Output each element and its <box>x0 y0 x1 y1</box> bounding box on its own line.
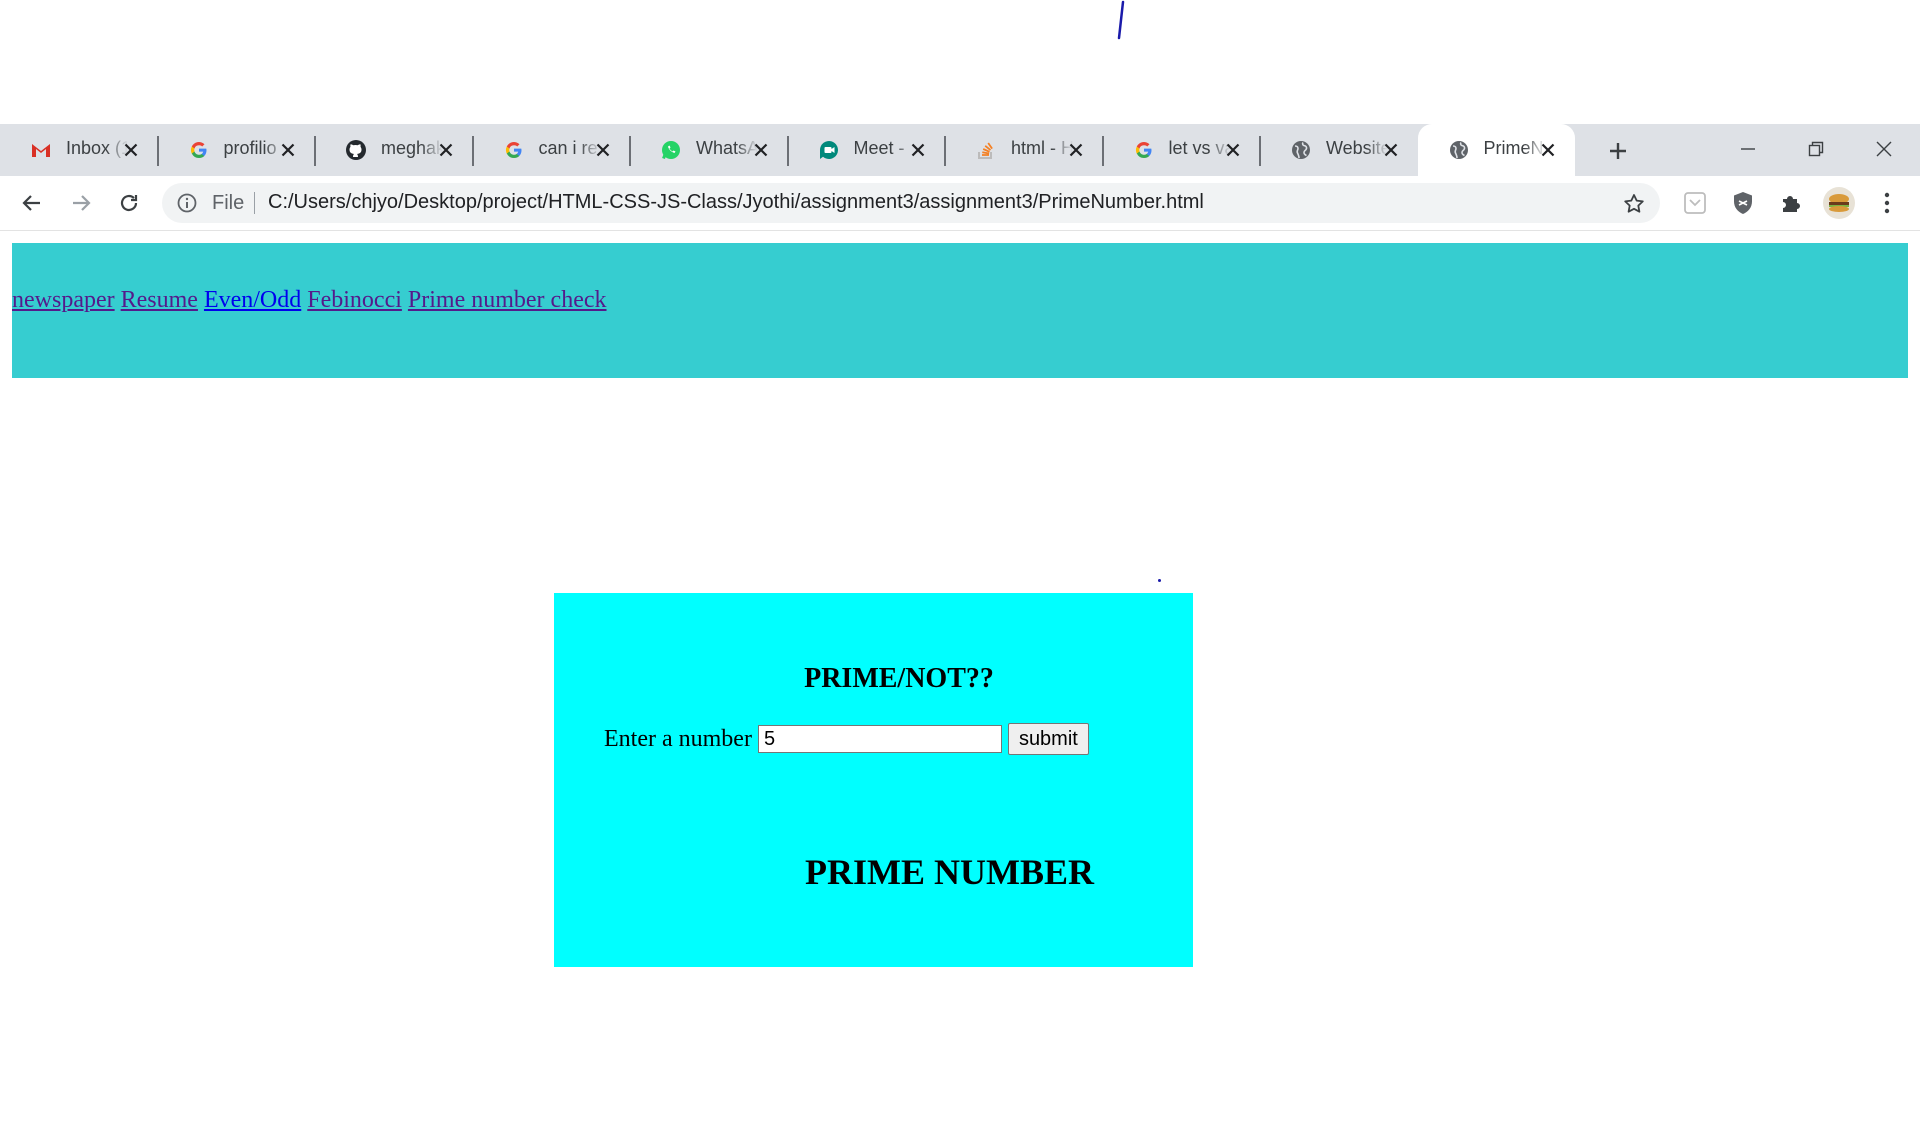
arrow-right-icon <box>73 195 91 211</box>
close-tab-icon[interactable] <box>1065 139 1087 161</box>
number-label: Enter a number <box>604 725 752 752</box>
gmail-icon <box>30 139 52 161</box>
restore-icon <box>1808 141 1824 157</box>
github-icon <box>345 139 367 161</box>
tab-strip: Inbox (1 profilio meghak can i re WhatsA Meet… <box>0 124 1920 176</box>
card-title: PRIME/NOT?? <box>804 663 994 694</box>
reload-button[interactable] <box>114 188 144 218</box>
meet-icon <box>818 139 840 161</box>
close-tab-icon[interactable] <box>750 139 772 161</box>
puzzle-icon <box>1783 196 1800 212</box>
pocket-icon <box>1684 192 1706 214</box>
nav-link-febinocci[interactable]: Febinocci <box>307 287 402 313</box>
browser-tab[interactable]: Meet - <box>788 124 946 176</box>
reload-icon <box>120 194 138 212</box>
extension-shield-button[interactable] <box>1728 188 1758 218</box>
burger-avatar-icon <box>1829 194 1849 212</box>
browser-tab[interactable]: can i re <box>473 124 631 176</box>
number-input[interactable] <box>757 725 1002 753</box>
browser-tab[interactable]: html - H <box>945 124 1103 176</box>
plus-icon <box>1610 143 1626 159</box>
browser-tab[interactable]: let vs va <box>1103 124 1261 176</box>
extension-pocket-button[interactable] <box>1680 188 1710 218</box>
close-tab-icon[interactable] <box>907 139 929 161</box>
submit-button[interactable]: submit <box>1007 723 1089 755</box>
tab-active[interactable]: PrimeN <box>1417 124 1575 176</box>
whatsapp-icon <box>660 139 682 161</box>
scheme-label: File <box>212 192 245 214</box>
screen: Inbox (1 profilio meghak can i re WhatsA Meet… <box>0 0 1920 1145</box>
google-icon <box>1133 139 1155 161</box>
minimize-button[interactable] <box>1733 134 1763 164</box>
info-icon[interactable] <box>176 192 198 214</box>
site-navbar: newspaper Resume Even/Odd Febinocci Prime nu… <box>12 243 1908 378</box>
avatar[interactable] <box>1823 187 1855 219</box>
google-icon <box>503 139 525 161</box>
close-tab-icon[interactable] <box>120 139 142 161</box>
more-vertical-icon <box>1884 192 1890 214</box>
close-icon <box>1876 141 1892 157</box>
browser-tab[interactable]: Website <box>1260 124 1418 176</box>
arrow-left-icon <box>22 195 40 211</box>
pen-annotation-dot <box>1158 579 1161 582</box>
globe-icon <box>1448 139 1470 161</box>
forward-button[interactable] <box>66 188 96 218</box>
globe-icon <box>1290 139 1312 161</box>
back-button[interactable] <box>17 188 47 218</box>
nav-link-resume[interactable]: Resume <box>121 287 198 313</box>
browser-tab[interactable]: profilio <box>158 124 316 176</box>
browser-tab[interactable]: Inbox (1 <box>0 124 158 176</box>
pen-annotation-stroke <box>1117 0 1125 40</box>
minimize-icon <box>1741 148 1755 150</box>
nav-links: newspaper Resume Even/Odd Febinocci Prime nu… <box>12 287 613 314</box>
google-icon <box>188 139 210 161</box>
stackoverflow-icon <box>975 139 997 161</box>
browser-tab[interactable]: meghak <box>315 124 473 176</box>
restore-button[interactable] <box>1801 134 1831 164</box>
close-window-button[interactable] <box>1869 134 1899 164</box>
url-text[interactable]: C:/Users/chjyo/Desktop/project/HTML-CSS-… <box>268 191 1204 214</box>
bookmark-star-icon[interactable] <box>1622 192 1646 216</box>
close-tab-icon[interactable] <box>435 139 457 161</box>
omnibox-divider <box>254 192 255 214</box>
address-bar[interactable]: File C:/Users/chjyo/Desktop/project/HTML… <box>162 183 1660 223</box>
nav-link-even-odd[interactable]: Even/Odd <box>204 287 301 313</box>
number-form: Enter a number submit <box>604 723 1089 755</box>
close-tab-icon[interactable] <box>1537 139 1559 161</box>
close-tab-icon[interactable] <box>592 139 614 161</box>
close-tab-icon[interactable] <box>277 139 299 161</box>
close-tab-icon[interactable] <box>1380 139 1402 161</box>
browser-menu-button[interactable] <box>1872 188 1902 218</box>
browser-tab[interactable]: WhatsA <box>630 124 788 176</box>
prime-check-card: PRIME/NOT?? Enter a number submit PRIME … <box>554 593 1193 967</box>
new-tab-button[interactable] <box>1604 137 1632 165</box>
nav-link-prime-check[interactable]: Prime number check <box>408 287 607 313</box>
shield-icon <box>1734 192 1752 214</box>
result-text: PRIME NUMBER <box>805 852 1094 892</box>
extensions-button[interactable] <box>1776 188 1806 218</box>
browser-toolbar: File C:/Users/chjyo/Desktop/project/HTML… <box>0 176 1920 231</box>
close-tab-icon[interactable] <box>1222 139 1244 161</box>
nav-link-newspaper[interactable]: newspaper <box>12 287 115 313</box>
